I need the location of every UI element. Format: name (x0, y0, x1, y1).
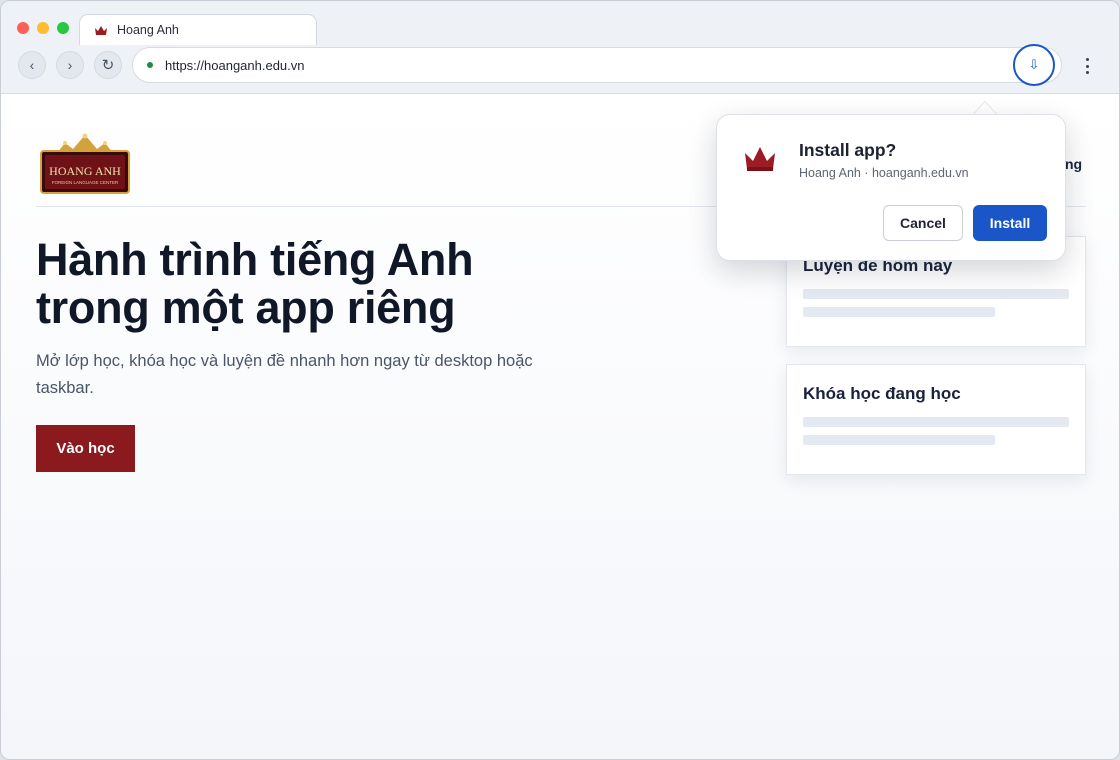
card-title: Khóa học đang học (803, 384, 961, 403)
kebab-dot (1085, 71, 1089, 74)
placeholder-line (803, 289, 1069, 299)
cancel-button[interactable]: Cancel (883, 205, 963, 241)
chevron-right-icon: › (67, 57, 73, 73)
start-learning-button[interactable]: Vào học (36, 425, 135, 472)
current-courses-card[interactable]: Khóa học đang học (786, 364, 1086, 475)
install-app-dialog: Install app? Hoang Anh · hoanganh.edu.vn… (716, 114, 1066, 261)
hero-title-line-2: trong một app riêng (36, 282, 456, 333)
secure-connection-icon (147, 62, 153, 68)
kebab-dot (1085, 64, 1089, 68)
crown-icon (745, 147, 775, 171)
minimize-window-button[interactable] (37, 22, 49, 34)
dialog-title: Install app? (799, 140, 897, 160)
placeholder-line (803, 307, 995, 317)
browser-toolbar: Hoang Anh ‹ › ↻ https://hoanganh.edu.vn … (1, 1, 1119, 94)
logo-subtext: FOREIGN LANGUAGE CENTER (52, 180, 119, 185)
hero-title-line-1: Hành trình tiếng Anh (36, 234, 474, 285)
dialog-subtitle: Hoang Anh · hoanganh.edu.vn (799, 166, 969, 180)
hero-title: Hành trình tiếng Anh trong một app riêng (36, 236, 596, 332)
reload-button[interactable]: ↻ (94, 51, 122, 79)
chevron-left-icon: ‹ (29, 57, 35, 73)
tab-title: Hoang Anh (117, 23, 179, 37)
logo-text: HOANG ANH (49, 164, 121, 178)
hoang-anh-logo[interactable]: HOANG ANH FOREIGN LANGUAGE CENTER (39, 131, 131, 195)
placeholder-line (803, 417, 1069, 427)
header-nav-link[interactable]: ng (1065, 156, 1082, 172)
install-app-button[interactable]: ⇩ (1013, 44, 1055, 86)
download-icon: ⇩ (1028, 57, 1040, 72)
address-bar[interactable]: https://hoanganh.edu.vn (132, 47, 1062, 83)
reload-icon: ↻ (101, 57, 115, 74)
back-button[interactable]: ‹ (18, 51, 46, 79)
forward-button[interactable]: › (56, 51, 84, 79)
maximize-window-button[interactable] (57, 22, 69, 34)
browser-tab[interactable]: Hoang Anh (79, 14, 317, 45)
browser-window: Hoang Anh ‹ › ↻ https://hoanganh.edu.vn … (0, 0, 1120, 760)
url-text: https://hoanganh.edu.vn (165, 57, 305, 73)
close-window-button[interactable] (17, 22, 29, 34)
install-button[interactable]: Install (973, 205, 1047, 241)
hero-subtitle: Mở lớp học, khóa học và luyện đề nhanh h… (36, 352, 533, 397)
kebab-dot (1085, 58, 1089, 61)
crown-icon (95, 25, 107, 35)
placeholder-line (803, 435, 995, 445)
browser-menu-button[interactable] (1079, 55, 1095, 77)
